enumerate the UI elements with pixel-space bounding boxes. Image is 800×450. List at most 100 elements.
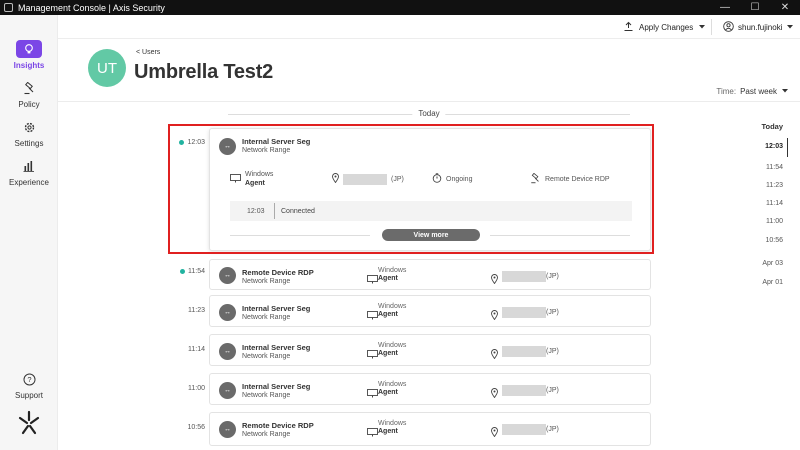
divider <box>490 235 630 236</box>
sidebar-item-support[interactable]: ? Support <box>0 370 58 400</box>
page-header: UT < Users Umbrella Test2 Time: Past wee… <box>58 39 800 101</box>
redacted-ip <box>502 346 546 357</box>
divider <box>711 19 712 35</box>
event-name: Internal Server Seg <box>242 343 311 352</box>
scroller-today-label: Today <box>761 122 783 131</box>
maximize-button[interactable]: ☐ <box>740 0 770 15</box>
back-to-users-link[interactable]: < Users <box>136 49 160 56</box>
connection-time: 12:03 <box>247 208 265 215</box>
scroller-time[interactable]: 11:14 <box>766 200 783 207</box>
arrows-icon: ↔ <box>219 421 236 438</box>
upload-icon <box>623 21 634 34</box>
sidebar-item-policy[interactable]: Policy <box>0 79 58 109</box>
timeline-scroller: Today 12:03 11:54 11:23 11:14 11:00 10:5… <box>752 118 798 418</box>
policy-name: Remote Device RDP <box>545 176 610 183</box>
event-card[interactable]: ↔ Internal Server Seg Network Range Wind… <box>209 373 651 405</box>
scroller-time[interactable]: 11:23 <box>766 182 783 189</box>
location-pin-icon <box>491 271 498 289</box>
event-card[interactable]: ↔ Internal Server Seg Network Range Wind… <box>209 334 651 366</box>
gear-icon <box>16 118 42 136</box>
event-card[interactable]: ↔ Remote Device RDP Network Range Window… <box>209 259 651 290</box>
minimize-button[interactable]: — <box>710 0 740 15</box>
event-card[interactable]: ↔ Internal Server Seg Network Range Wind… <box>209 295 651 327</box>
svg-text:?: ? <box>27 375 31 384</box>
chevron-down-icon <box>781 87 789 96</box>
gavel-icon <box>16 79 42 97</box>
scroller-date[interactable]: Apr 01 <box>762 279 783 286</box>
event-card-expanded[interactable]: ↔ Internal Server Seg Network Range Wind… <box>209 128 651 251</box>
redacted-ip <box>502 271 546 282</box>
session-status: Ongoing <box>446 175 473 183</box>
sidebar-item-label: Support <box>14 391 44 400</box>
sidebar-item-label: Insights <box>13 61 45 70</box>
redacted-ip <box>502 424 546 435</box>
agent-label: Agent <box>378 275 398 282</box>
event-name: Remote Device RDP <box>242 268 314 277</box>
monitor-icon <box>367 307 378 325</box>
avatar: UT <box>88 49 126 87</box>
chevron-down-icon <box>698 23 706 32</box>
scroller-time[interactable]: 11:00 <box>766 218 783 225</box>
location-pin-icon <box>491 424 498 442</box>
connection-log: 12:03 Connected <box>230 201 632 221</box>
os-name: Windows <box>378 381 407 388</box>
day-separator: Today <box>228 109 630 119</box>
location-country: (JP) <box>546 348 559 355</box>
agent-label: Agent <box>245 180 265 187</box>
arrows-icon: ↔ <box>219 343 236 360</box>
scroller-indicator <box>787 138 788 157</box>
location-info: (JP) <box>332 173 404 185</box>
view-more-button[interactable]: View more <box>382 229 480 241</box>
time-filter-label: Time: <box>716 87 737 96</box>
time-filter[interactable]: Time: Past week <box>716 87 789 96</box>
os-name: Windows <box>378 303 407 310</box>
event-type: Network Range <box>242 353 291 360</box>
sidebar: Insights Policy Settings Experience ? Su… <box>0 15 58 450</box>
redacted-ip <box>502 307 546 318</box>
topbar: Apply Changes shun.fujinoki <box>58 15 800 39</box>
apply-changes-button[interactable]: Apply Changes <box>623 19 706 35</box>
os-name: Windows <box>378 342 407 349</box>
page-title: Umbrella Test2 <box>134 61 274 83</box>
monitor-icon <box>367 271 378 289</box>
live-indicator <box>179 140 185 145</box>
scroller-time[interactable]: 11:54 <box>766 164 783 171</box>
scroller-date[interactable]: Apr 03 <box>762 260 783 267</box>
os-name: Windows <box>378 267 407 274</box>
event-time: 11:23 <box>188 307 205 314</box>
event-time: 11:14 <box>188 346 205 353</box>
sidebar-item-experience[interactable]: Experience <box>0 157 58 187</box>
user-menu-button[interactable]: shun.fujinoki <box>723 19 794 35</box>
sidebar-item-label: Experience <box>8 178 50 187</box>
event-type: Network Range <box>242 431 291 438</box>
event-name: Internal Server Seg <box>242 137 311 146</box>
window-controls: — ☐ ✕ <box>710 0 800 15</box>
location-country: (JP) <box>546 273 559 280</box>
agent-label: Agent <box>378 311 398 318</box>
agent-label: Agent <box>378 389 398 396</box>
event-type: Network Range <box>242 314 291 321</box>
arrows-icon: ↔ <box>219 382 236 399</box>
arrows-icon: ↔ <box>219 304 236 321</box>
scroller-time[interactable]: 10:56 <box>765 237 783 244</box>
event-name: Internal Server Seg <box>242 304 311 313</box>
event-name: Internal Server Seg <box>242 382 311 391</box>
os-name: Windows <box>378 420 407 427</box>
sidebar-item-insights[interactable]: Insights <box>0 40 58 70</box>
arrows-icon: ↔ <box>219 138 236 155</box>
sidebar-item-label: Policy <box>18 100 40 109</box>
time-filter-value: Past week <box>740 87 777 96</box>
gavel-icon <box>530 172 541 186</box>
event-type: Network Range <box>242 147 291 154</box>
close-button[interactable]: ✕ <box>770 0 800 15</box>
bar-chart-icon <box>16 157 42 175</box>
axis-logo-icon <box>16 410 42 441</box>
location-pin-icon <box>332 173 339 185</box>
os-name: Windows <box>245 171 274 178</box>
location-pin-icon <box>491 307 498 325</box>
sidebar-item-settings[interactable]: Settings <box>0 118 58 148</box>
monitor-icon <box>230 173 241 185</box>
event-card[interactable]: ↔ Remote Device RDP Network Range Window… <box>209 412 651 446</box>
scroller-time[interactable]: 12:03 <box>765 143 783 150</box>
event-time: 10:56 <box>187 424 205 431</box>
